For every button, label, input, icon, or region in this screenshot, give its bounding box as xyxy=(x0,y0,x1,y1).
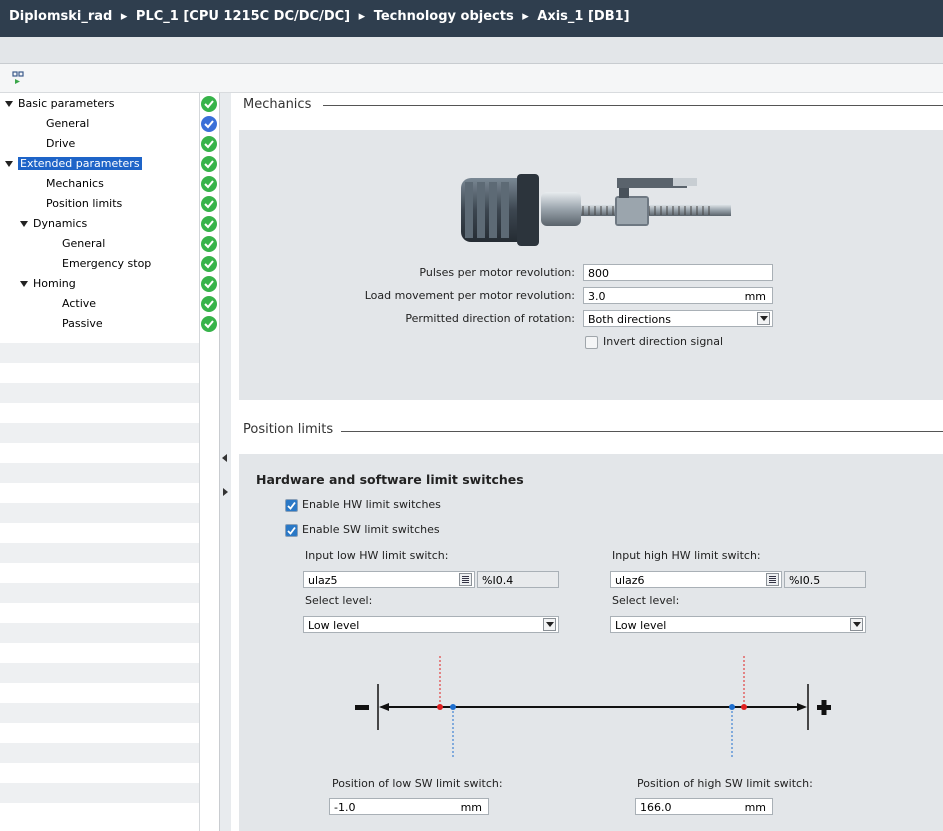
status-ok-icon xyxy=(201,236,217,252)
section-divider xyxy=(341,431,943,432)
editor-toolbar xyxy=(0,64,943,93)
invert-direction-checkbox[interactable] xyxy=(585,336,598,349)
minus-sign-icon xyxy=(355,705,369,710)
secondary-toolbar xyxy=(0,37,943,64)
status-ok-icon xyxy=(201,136,217,152)
invert-direction-label: Invert direction signal xyxy=(603,335,724,348)
section-divider xyxy=(323,105,943,106)
expand-arrow-icon[interactable] xyxy=(20,221,28,227)
status-ok-icon xyxy=(201,256,217,272)
breadcrumb-separator: ▸ xyxy=(358,9,366,24)
expand-right-icon[interactable] xyxy=(223,488,228,496)
chevron-down-icon[interactable] xyxy=(757,312,770,325)
status-ok-icon xyxy=(201,196,217,212)
pulses-label: Pulses per motor revolution: xyxy=(419,266,575,279)
status-info-icon xyxy=(201,116,217,132)
mechanics-panel: Pulses per motor revolution: 800 Load mo… xyxy=(239,130,943,400)
enable-hw-limit-label: Enable HW limit switches xyxy=(302,498,441,511)
high-hw-input-label: Input high HW limit switch: xyxy=(612,549,761,562)
enable-sw-limit-checkbox[interactable] xyxy=(285,524,298,537)
expand-arrow-icon[interactable] xyxy=(20,281,28,287)
unit-label: mm xyxy=(744,290,766,303)
load-movement-label: Load movement per motor revolution: xyxy=(364,289,575,302)
status-ok-icon xyxy=(201,276,217,292)
status-ok-icon xyxy=(201,216,217,232)
collapse-left-icon[interactable] xyxy=(222,454,227,462)
status-ok-icon xyxy=(201,316,217,332)
low-hw-limit-marker xyxy=(437,704,443,710)
high-hw-tag-input[interactable]: ulaz6 xyxy=(610,571,782,588)
functional-view-icon[interactable] xyxy=(12,71,26,85)
navigation-tree: Basic parameters General Drive Extended … xyxy=(0,93,230,831)
low-hw-input-label: Input low HW limit switch: xyxy=(305,549,449,562)
low-sw-position-input[interactable]: -1.0 mm xyxy=(329,798,489,815)
enable-hw-limit-checkbox[interactable] xyxy=(285,499,298,512)
tree-divider xyxy=(199,93,200,831)
section-title-mechanics: Mechanics xyxy=(243,97,312,112)
tag-browse-icon[interactable] xyxy=(766,573,779,586)
high-sw-limit-marker xyxy=(729,704,735,710)
status-ok-icon xyxy=(201,156,217,172)
low-select-level-label: Select level: xyxy=(305,594,373,607)
chevron-down-icon[interactable] xyxy=(543,618,556,631)
low-hw-tag-input[interactable]: ulaz5 xyxy=(303,571,475,588)
tree-item-extended-parameters[interactable]: Extended parameters xyxy=(5,154,205,174)
pulses-input[interactable]: 800 xyxy=(583,264,773,281)
hw-sw-limits-heading: Hardware and software limit switches xyxy=(256,472,524,487)
parameter-editor: Mechanics Pulses per motor revolution: 8… xyxy=(231,93,943,831)
breadcrumb-technology-objects[interactable]: Technology objects xyxy=(374,9,514,24)
load-movement-input[interactable]: 3.0 mm xyxy=(583,287,773,304)
chevron-down-icon[interactable] xyxy=(850,618,863,631)
breadcrumb-axis[interactable]: Axis_1 [DB1] xyxy=(537,9,629,24)
section-title-position-limits: Position limits xyxy=(243,422,334,437)
status-ok-icon xyxy=(201,296,217,312)
limit-switch-axis-diagram xyxy=(355,656,831,759)
breadcrumb-plc[interactable]: PLC_1 [CPU 1215C DC/DC/DC] xyxy=(136,9,350,24)
tree-item-dynamics[interactable]: Dynamics xyxy=(20,214,220,234)
expand-arrow-icon[interactable] xyxy=(5,161,13,167)
tree-item-homing[interactable]: Homing xyxy=(20,274,220,294)
high-hw-address: %I0.5 xyxy=(784,571,866,588)
unit-label: mm xyxy=(460,801,482,814)
low-hw-address: %I0.4 xyxy=(477,571,559,588)
breadcrumb-separator: ▸ xyxy=(120,9,128,24)
breadcrumb: Diplomski_rad ▸ PLC_1 [CPU 1215C DC/DC/D… xyxy=(0,0,943,37)
position-limits-panel: Hardware and software limit switches Ena… xyxy=(239,454,943,831)
high-level-select[interactable]: Low level xyxy=(610,616,866,633)
tag-browse-icon[interactable] xyxy=(459,573,472,586)
low-level-select[interactable]: Low level xyxy=(303,616,559,633)
expand-arrow-icon[interactable] xyxy=(5,101,13,107)
status-ok-icon xyxy=(201,96,217,112)
high-hw-limit-marker xyxy=(741,704,747,710)
direction-label: Permitted direction of rotation: xyxy=(405,312,575,325)
enable-sw-limit-label: Enable SW limit switches xyxy=(302,523,440,536)
status-ok-icon xyxy=(201,176,217,192)
breadcrumb-project[interactable]: Diplomski_rad xyxy=(9,9,112,24)
high-select-level-label: Select level: xyxy=(612,594,680,607)
high-sw-position-input[interactable]: 166.0 mm xyxy=(635,798,773,815)
motor-leadscrew-illustration xyxy=(461,174,731,246)
low-sw-limit-marker xyxy=(450,704,456,710)
high-sw-position-label: Position of high SW limit switch: xyxy=(637,777,813,790)
unit-label: mm xyxy=(744,801,766,814)
direction-select[interactable]: Both directions xyxy=(583,310,773,327)
breadcrumb-separator: ▸ xyxy=(522,9,529,24)
low-sw-position-label: Position of low SW limit switch: xyxy=(332,777,503,790)
tree-item-basic-parameters[interactable]: Basic parameters xyxy=(5,94,205,114)
